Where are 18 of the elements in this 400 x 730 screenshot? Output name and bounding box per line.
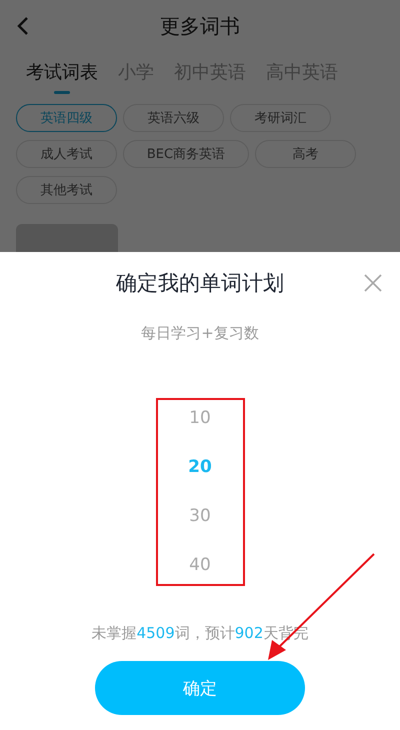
category-tab[interactable]: 考试词表	[26, 60, 98, 94]
dialog-title: 确定我的单词计划	[116, 270, 284, 297]
dialog-subtitle: 每日学习+复习数	[140, 324, 260, 343]
count-option[interactable]: 20	[188, 447, 212, 488]
exam-chip[interactable]: 英语六级	[123, 104, 224, 132]
exam-chip[interactable]: 英语四级	[16, 104, 117, 132]
count-option[interactable]: 10	[189, 398, 211, 438]
page-title: 更多词书	[160, 12, 240, 40]
close-icon[interactable]	[364, 274, 382, 292]
exam-chip[interactable]: 成人考试	[16, 140, 117, 168]
exam-chip[interactable]: 其他考试	[16, 176, 117, 204]
count-option[interactable]: 30	[189, 496, 211, 537]
exam-chip[interactable]: BEC商务英语	[123, 140, 249, 168]
exam-chip[interactable]: 高考	[255, 140, 356, 168]
back-icon[interactable]	[16, 16, 30, 36]
exam-chip[interactable]: 考研词汇	[230, 104, 331, 132]
count-option[interactable]: 40	[189, 546, 211, 586]
confirm-button[interactable]: 确定	[95, 661, 305, 715]
